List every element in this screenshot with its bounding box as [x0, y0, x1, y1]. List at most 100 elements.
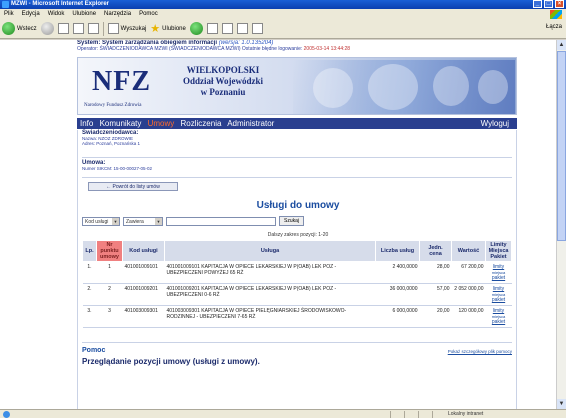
status-cell [432, 411, 444, 418]
search-submit-button[interactable]: Szukaj [279, 216, 305, 226]
cell-wartosc: 2 052 000,00 [451, 283, 486, 306]
nav-info[interactable]: Info [80, 119, 93, 128]
pakiet-link[interactable]: pakiet [488, 275, 510, 281]
scroll-thumb[interactable] [557, 51, 566, 241]
col-kod-uslugi[interactable]: Kod usługi [122, 240, 165, 262]
provider-section: Świadczeniodawca: Nazwa: NZOZ ZDROWIE Ad… [82, 130, 140, 146]
cell-kod: 401001009101 [122, 261, 165, 284]
search-icon [107, 23, 119, 34]
chevron-down-icon: ▼ [155, 217, 162, 225]
nav-komunikaty[interactable]: Komunikaty [100, 119, 142, 128]
pakiet-link[interactable]: pakiet [488, 297, 510, 303]
filter-field-value: Kod usługi [85, 218, 109, 225]
contract-section: Umowa: Numer SIKCM: 15-00-00027-05-02 [82, 160, 152, 171]
mail-icon[interactable] [206, 23, 218, 34]
cell-cena: 20,00 [419, 305, 452, 328]
nav-rozliczenia[interactable]: Rozliczenia [181, 119, 222, 128]
search-button[interactable]: Wyszukaj [107, 23, 147, 34]
nfz-header-banner: NFZ Narodowy Fundusz Zdrowia WIELKOPOLSK… [77, 57, 517, 115]
messenger-icon[interactable] [251, 23, 263, 34]
table-row: 1. 1 401001009101 401001009101 KAPITACJA… [82, 261, 512, 284]
main-content: Świadczeniodawca: Nazwa: NZOZ ZDROWIE Ad… [77, 130, 517, 409]
vertical-scrollbar[interactable]: ▲ ▼ [556, 40, 566, 409]
col-usluga[interactable]: Usługa [164, 240, 376, 262]
favorites-label: Ulubione [162, 25, 186, 32]
search-input[interactable] [166, 216, 276, 226]
status-bar: Lokalny intranet [0, 409, 566, 418]
refresh-icon[interactable] [72, 23, 84, 34]
menu-view[interactable]: Widok [48, 9, 65, 19]
range-info: Dalszy zakres pozycji: 1-20 [267, 232, 329, 238]
table-row: 2. 2 401001009201 401001009201 KAPITACJA… [82, 283, 512, 306]
edit-icon[interactable] [236, 23, 248, 34]
provider-address: Adres: Poznań, Poznańska 1 [82, 141, 141, 146]
cell-lp: 2. [82, 283, 97, 306]
col-nr-punktu[interactable]: Nr punktu umowy [96, 240, 123, 262]
help-section: Pomoc Pokaż szczegółowy plik pomocy Prze… [82, 347, 512, 387]
menu-tools[interactable]: Narzędzia [104, 9, 131, 19]
toolbar-separator [102, 21, 104, 36]
menu-help[interactable]: Pomoc [139, 9, 158, 19]
search-label: Wyszukaj [120, 25, 147, 32]
nfz-logo: NFZ [92, 66, 151, 97]
menu-edit[interactable]: Edycja [22, 9, 40, 19]
scroll-up-icon[interactable]: ▲ [557, 40, 566, 50]
minimize-button[interactable]: _ [533, 0, 542, 8]
cell-nr: 2 [96, 283, 123, 306]
filter-bar: Kod usługi ▼ Zawiera ▼ Szukaj [82, 216, 305, 226]
nav-administrator[interactable]: Administrator [227, 119, 274, 128]
operator-name: Operator: ŚWIADCZENIODAWCA MZWI [77, 46, 168, 52]
menu-bar: Plik Edycja Widok Ulubione Narzędzia Pom… [0, 9, 566, 19]
links-label[interactable]: Łącza [546, 24, 562, 30]
col-jedn-cena[interactable]: Jedn. cena [419, 240, 452, 262]
photo-blob [433, 66, 469, 106]
home-icon[interactable] [87, 23, 99, 34]
maximize-button[interactable]: □ [544, 0, 553, 8]
back-to-contracts-button[interactable]: ← Powrót do listy umów [88, 182, 178, 191]
status-cell [404, 411, 416, 418]
filter-field-select[interactable]: Kod usługi ▼ [82, 216, 120, 226]
filter-operator-value: Zawiera [126, 218, 144, 225]
media-icon[interactable] [189, 22, 203, 35]
help-full-link[interactable]: Pokaż szczegółowy plik pomocy [448, 349, 512, 354]
col-wartosc[interactable]: Wartość [451, 240, 486, 262]
region-line-2: Oddział Wojewódzki [182, 76, 264, 86]
region-name: WIELKOPOLSKI Oddział Wojewódzki w Poznan… [168, 65, 278, 98]
cell-links: limity miejsca pakiet [485, 283, 512, 306]
window-title: MZWI - Microsoft Internet Explorer [11, 1, 110, 7]
col-liczba-uslug[interactable]: Liczba usług [375, 240, 420, 262]
ie-icon [2, 1, 9, 8]
nav-umowy[interactable]: Umowy [148, 119, 175, 128]
pakiet-link[interactable]: pakiet [488, 319, 510, 325]
nfz-logo-subtitle: Narodowy Fundusz Zdrowia [84, 103, 142, 108]
back-arrow-icon [2, 22, 15, 35]
windows-logo-icon [550, 10, 562, 19]
header-photos-image [293, 60, 515, 114]
divider [82, 177, 512, 178]
logout-link[interactable]: Wyloguj [481, 118, 509, 129]
chevron-down-icon: ▼ [112, 217, 119, 225]
operator-line: Operator: ŚWIADCZENIODAWCA MZWI (ŚWIADCZ… [77, 46, 350, 52]
cell-nr: 3 [96, 305, 123, 328]
forward-arrow-icon[interactable] [40, 22, 54, 35]
filter-operator-select[interactable]: Zawiera ▼ [123, 216, 163, 226]
toolbar: Wstecz Wyszukaj ★ Ulubione Łącza [0, 19, 566, 39]
scroll-down-icon[interactable]: ▼ [557, 399, 566, 409]
photo-blob [478, 70, 508, 104]
cell-wartosc: 120 000,00 [451, 305, 486, 328]
cell-wartosc: 67 200,00 [451, 261, 486, 284]
system-info: System: System zarządzania obiegiem info… [77, 40, 350, 52]
favorites-button[interactable]: ★ Ulubione [150, 22, 186, 35]
photo-blob [368, 64, 418, 110]
close-button[interactable]: × [555, 0, 564, 8]
col-lp[interactable]: Lp. [82, 240, 97, 262]
menu-file[interactable]: Plik [4, 9, 14, 19]
photo-blob [313, 68, 353, 108]
contract-number: Numer SIKCM: 15-00-00027-05-02 [82, 166, 153, 171]
stop-icon[interactable] [57, 23, 69, 34]
main-nav: Info Komunikaty Umowy Rozliczenia Admini… [77, 118, 517, 129]
back-button[interactable]: Wstecz [2, 22, 37, 35]
cell-links: limity miejsca pakiet [485, 261, 512, 284]
print-icon[interactable] [221, 23, 233, 34]
menu-favorites[interactable]: Ulubione [72, 9, 96, 19]
